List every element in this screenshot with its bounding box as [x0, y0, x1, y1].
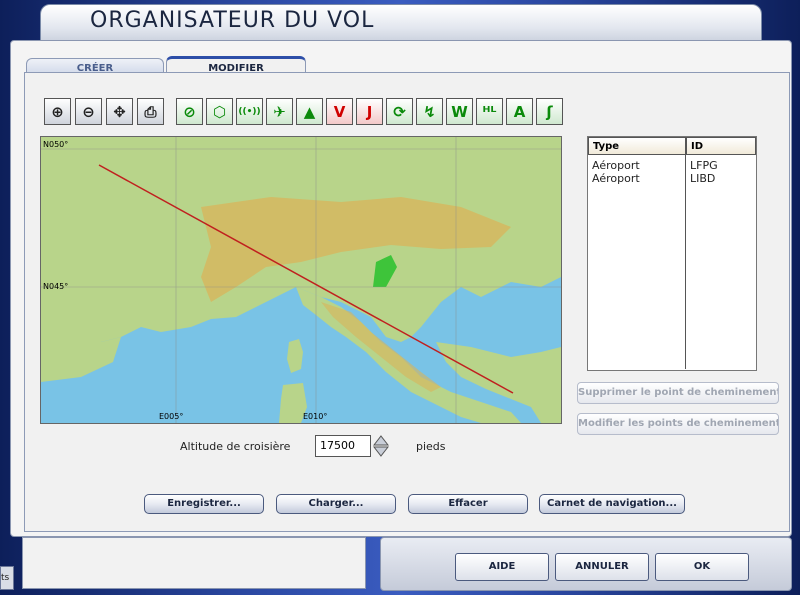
waypoint-type[interactable]: Aéroport	[592, 172, 640, 185]
status-box	[22, 537, 366, 589]
altitude-label-icon[interactable]: A	[506, 98, 533, 125]
route-icon[interactable]: ↯	[416, 98, 443, 125]
flight-map[interactable]: N050° N045° E005° E010°	[40, 136, 562, 424]
jet-airway-icon[interactable]: J	[356, 98, 383, 125]
window-title: ORGANISATEUR DU VOL	[90, 8, 375, 33]
coord-e005: E005°	[159, 412, 183, 421]
save-button[interactable]: Enregistrer...	[144, 494, 264, 514]
help-button[interactable]: AIDE	[455, 553, 549, 581]
altitude-spinner[interactable]	[373, 434, 389, 458]
load-button[interactable]: Charger...	[276, 494, 396, 514]
coord-n045: N045°	[43, 282, 68, 291]
navlog-button[interactable]: Carnet de navigation...	[539, 494, 685, 514]
waypoint-id[interactable]: LFPG	[690, 159, 718, 172]
column-header-type[interactable]: Type	[588, 137, 686, 155]
vor-filter-icon[interactable]: ⬡	[206, 98, 233, 125]
center-icon[interactable]: ✥	[106, 98, 133, 125]
altitude-label: Altitude de croisière	[180, 440, 291, 453]
victor-airway-icon[interactable]: V	[326, 98, 353, 125]
column-divider	[685, 155, 686, 369]
intersection-filter-icon[interactable]: ▲	[296, 98, 323, 125]
airport-filter-icon[interactable]: ⊘	[176, 98, 203, 125]
spin-down-icon[interactable]	[373, 446, 389, 457]
ndb-filter-icon[interactable]: ((•))	[236, 98, 263, 125]
waypoint-icon[interactable]: W	[446, 98, 473, 125]
ok-button[interactable]: OK	[655, 553, 749, 581]
zoom-out-icon[interactable]: ⊖	[75, 98, 102, 125]
delete-waypoint-button[interactable]: Supprimer le point de cheminement	[577, 382, 779, 404]
altitude-input[interactable]: 17500	[315, 435, 371, 457]
waypoint-type[interactable]: Aéroport	[592, 159, 640, 172]
coord-e010: E010°	[303, 412, 327, 421]
altitude-unit: pieds	[416, 440, 446, 453]
zoom-in-icon[interactable]: ⊕	[44, 98, 71, 125]
coord-n050: N050°	[43, 140, 68, 149]
spin-up-icon[interactable]	[373, 435, 389, 446]
wind-icon[interactable]: ʃ	[536, 98, 563, 125]
terrain-icon[interactable]: ⟳	[386, 98, 413, 125]
waypoint-id[interactable]: LIBD	[690, 172, 715, 185]
column-header-id[interactable]: ID	[686, 137, 756, 155]
background-window-stub: ts	[0, 566, 14, 590]
airway-filter-icon[interactable]: ✈	[266, 98, 293, 125]
hl-airway-icon[interactable]: ᴴᴸ	[476, 98, 503, 125]
clear-button[interactable]: Effacer	[408, 494, 528, 514]
modify-waypoints-button[interactable]: Modifier les points de cheminement	[577, 413, 779, 435]
waypoint-list[interactable]: Type ID Aéroport LFPG Aéroport LIBD	[587, 136, 757, 371]
cancel-button[interactable]: ANNULER	[555, 553, 649, 581]
print-icon[interactable]: ⎙	[137, 98, 164, 125]
